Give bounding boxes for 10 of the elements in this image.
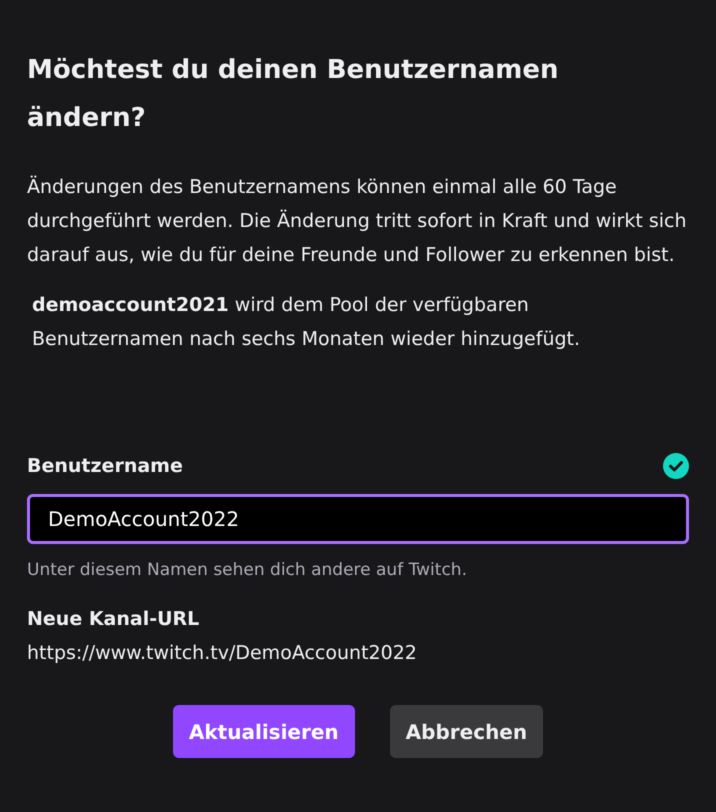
note-text: demoaccount2021 wird dem Pool der verfügbaren Benutzernamen nach sechs Monaten wieder hinzugefügt. (31, 293, 582, 352)
cancel-button[interactable]: Abbrechen (390, 705, 544, 758)
username-hint: Unter diesem Namen sehen dich andere auf Twitch. (27, 559, 468, 582)
description-text: Änderungen des Benutzernamens können einmal alle 60 Tage durchgeführt werden. Die Änderung tritt sofort in Kraft und wirkt sich darauf aus, wie du für deine Freunde und Follower zu erkennen bist. (27, 174, 688, 268)
channel-url-value: https://www.twitch.tv/DemoAccount2022 (27, 641, 418, 665)
update-button[interactable]: Aktualisieren (172, 705, 355, 758)
username-input[interactable]: DemoAccount2022 (27, 494, 689, 544)
channel-url-label: Neue Kanal-URL (27, 607, 200, 631)
dialog-title: Möchtest du deinen Benutzernamen ändern? (27, 54, 560, 135)
username-label: Benutzername (27, 454, 183, 478)
